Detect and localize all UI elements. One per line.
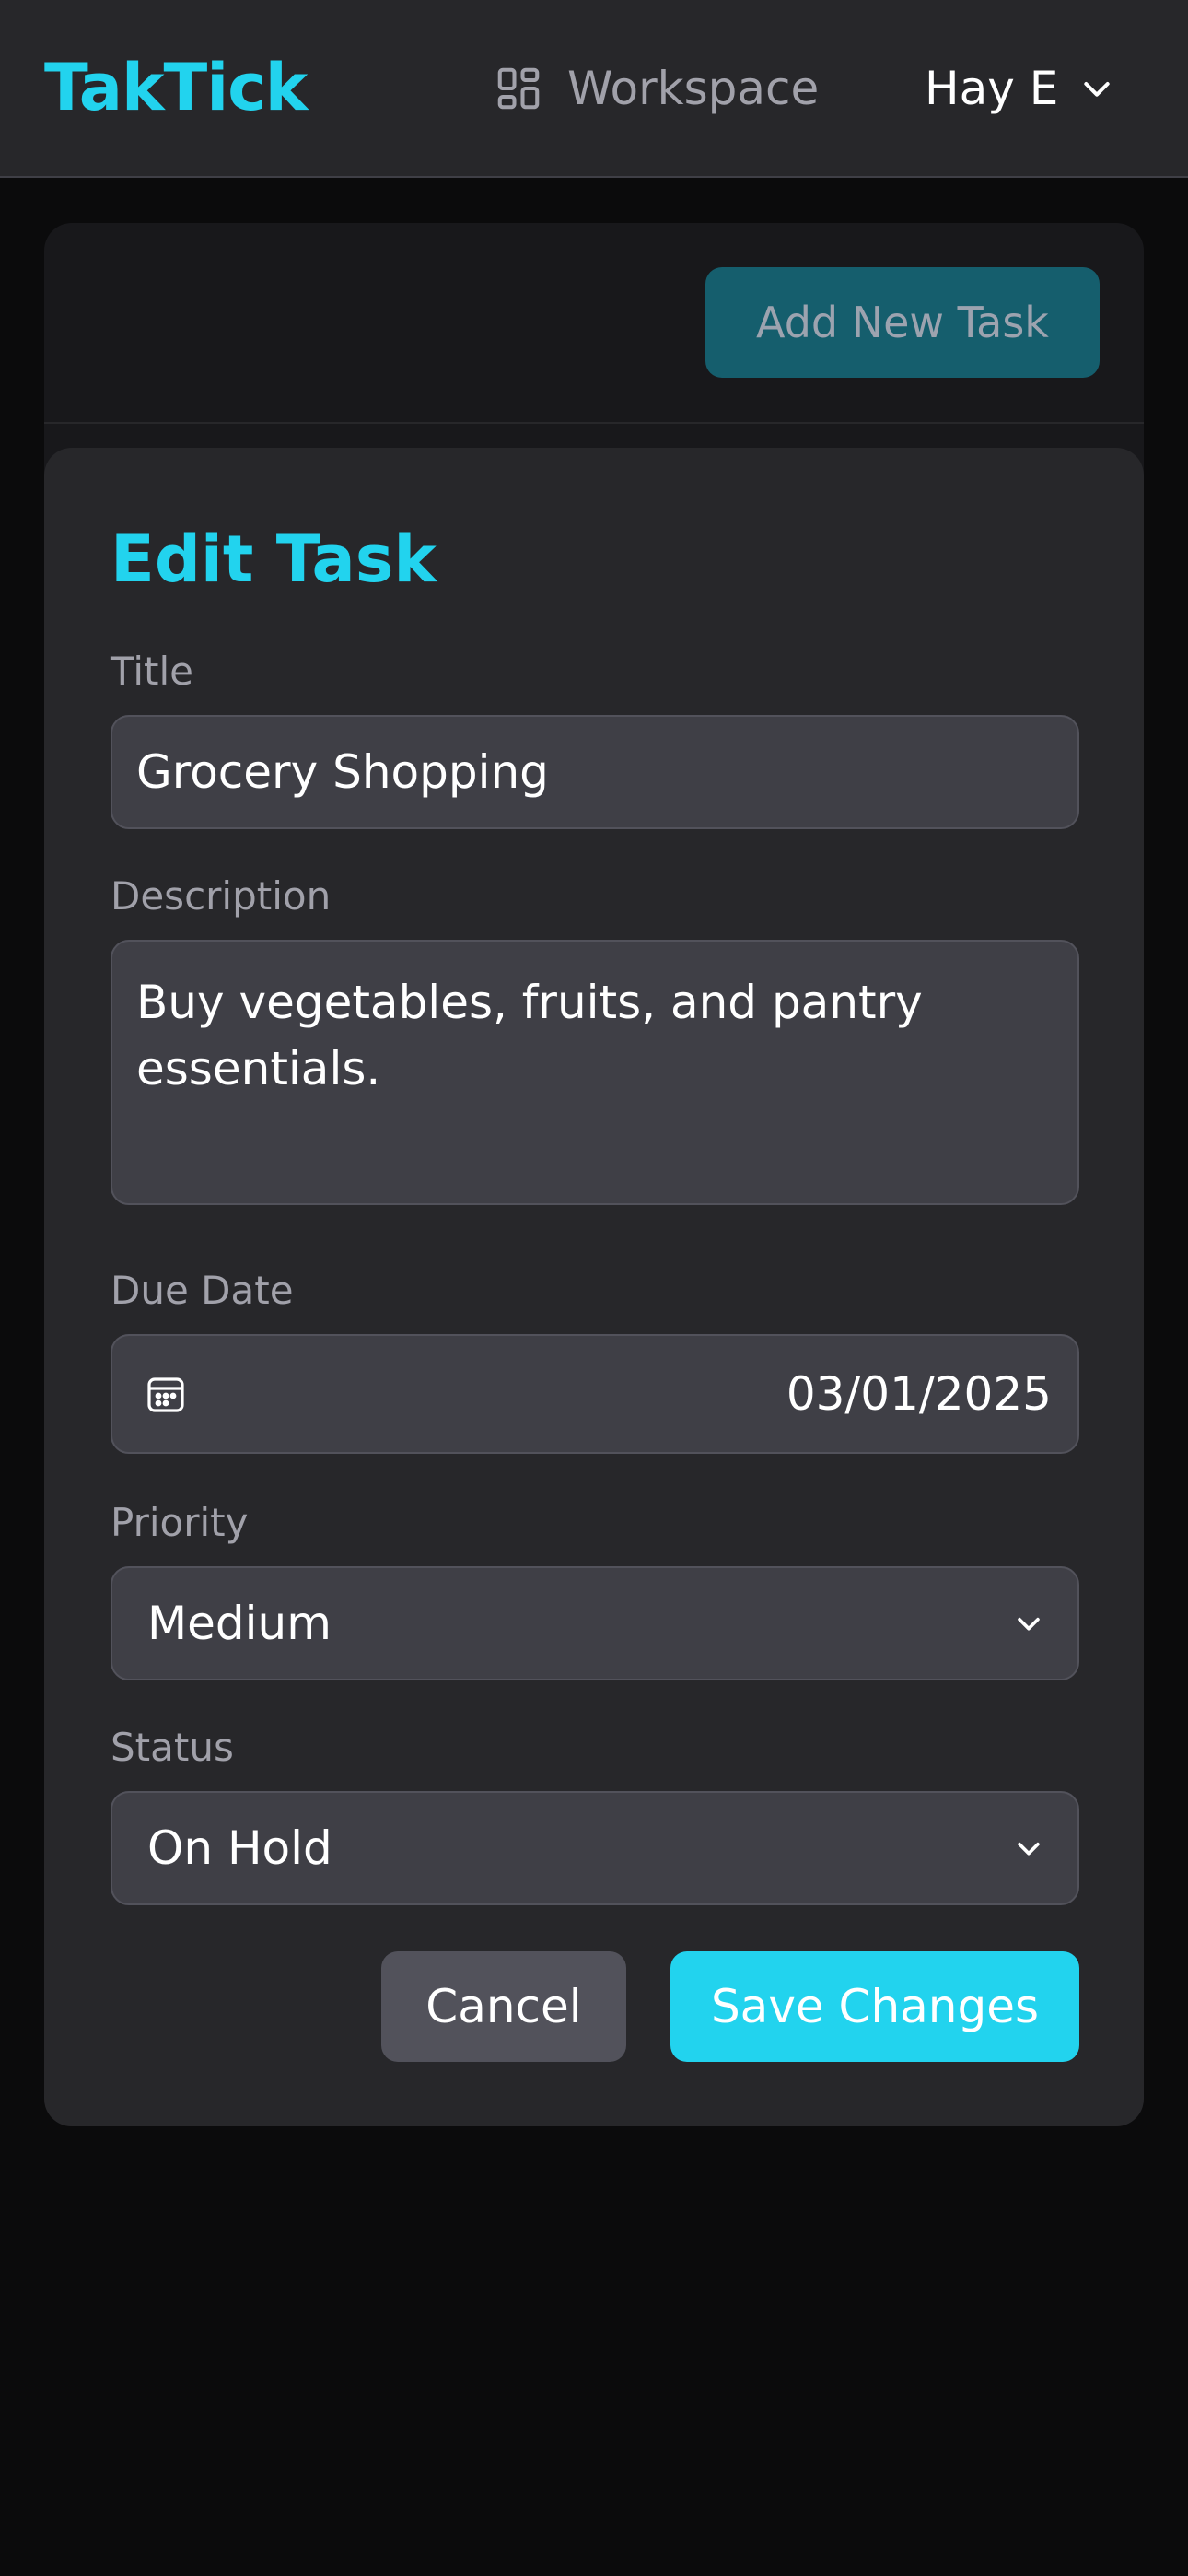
cancel-button[interactable]: Cancel bbox=[381, 1951, 626, 2062]
title-label: Title bbox=[111, 649, 194, 694]
app-logo[interactable]: TakTick bbox=[44, 46, 308, 129]
user-menu-button[interactable]: Hay E bbox=[925, 52, 1115, 125]
chevron-down-icon bbox=[1013, 1608, 1044, 1639]
panel-divider bbox=[44, 422, 1144, 424]
add-new-task-button[interactable]: Add New Task bbox=[705, 267, 1100, 378]
user-name: Hay E bbox=[925, 62, 1059, 115]
title-input[interactable]: Grocery Shopping bbox=[111, 715, 1079, 829]
description-textarea-value: Buy vegetables, fruits, and pantry essen… bbox=[136, 976, 923, 1095]
description-textarea[interactable]: Buy vegetables, fruits, and pantry essen… bbox=[111, 940, 1079, 1205]
workspace-label: Workspace bbox=[567, 62, 820, 115]
modal-title: Edit Task bbox=[111, 521, 437, 597]
status-selected-value: On Hold bbox=[147, 1821, 332, 1875]
description-label: Description bbox=[111, 873, 332, 919]
status-label: Status bbox=[111, 1725, 234, 1770]
due-date-label: Due Date bbox=[111, 1268, 294, 1313]
edit-task-modal: Edit Task Title Grocery Shopping Descrip… bbox=[44, 448, 1144, 2126]
chevron-down-icon bbox=[1013, 1832, 1044, 1864]
due-date-value: 03/01/2025 bbox=[786, 1367, 1052, 1421]
chevron-down-icon bbox=[1078, 70, 1115, 107]
priority-select[interactable]: Medium bbox=[111, 1566, 1079, 1680]
save-changes-button[interactable]: Save Changes bbox=[670, 1951, 1079, 2062]
status-select[interactable]: On Hold bbox=[111, 1791, 1079, 1905]
priority-label: Priority bbox=[111, 1500, 249, 1545]
due-date-input[interactable]: 03/01/2025 bbox=[111, 1334, 1079, 1454]
title-input-value: Grocery Shopping bbox=[136, 745, 549, 799]
priority-selected-value: Medium bbox=[147, 1597, 332, 1650]
calendar-icon[interactable] bbox=[144, 1372, 188, 1416]
app-header: TakTick Workspace Hay E bbox=[0, 0, 1188, 178]
grid-icon bbox=[494, 64, 543, 113]
workspace-nav-link[interactable]: Workspace bbox=[494, 52, 819, 125]
